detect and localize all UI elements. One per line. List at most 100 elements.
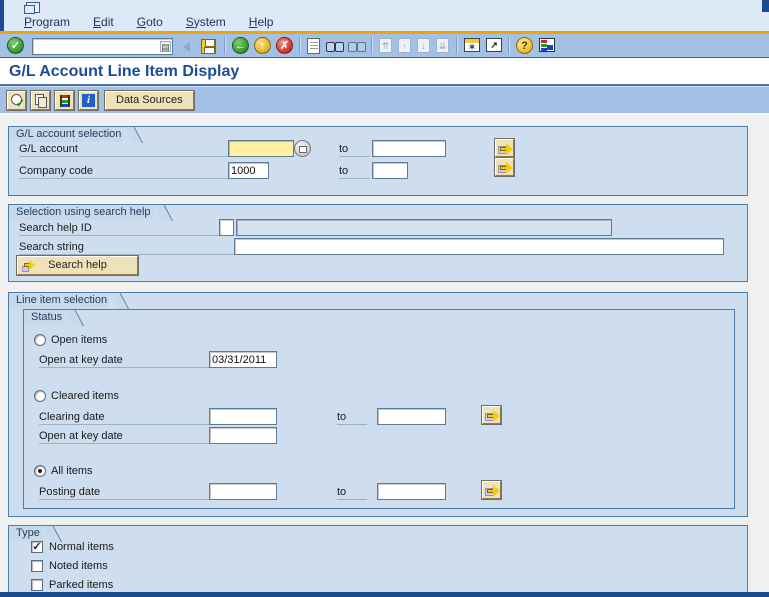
window-bottom-edge — [0, 592, 769, 597]
create-shortcut-icon[interactable]: ↗ — [486, 38, 502, 52]
posting-date-label: Posting date — [39, 485, 209, 500]
group-title: Line item selection — [8, 292, 110, 308]
normal-items-label: Normal items — [49, 541, 114, 553]
cancel-icon[interactable]: ✗ — [276, 37, 293, 54]
window-control-icon[interactable] — [24, 2, 40, 14]
matchcode-search-icon[interactable] — [294, 140, 311, 157]
menu-edit[interactable]: Edit — [91, 14, 116, 30]
title-band: G/L Account Line Item Display — [0, 60, 769, 84]
menu-help[interactable]: Help — [247, 14, 276, 30]
find-icon[interactable] — [326, 42, 344, 52]
posting-date-to-input[interactable] — [377, 483, 446, 500]
group-type: Type Normal items Noted items Parked ite… — [8, 525, 748, 597]
toolbar-separator — [371, 37, 372, 54]
parked-items-label: Parked items — [49, 579, 114, 591]
normal-items-checkbox[interactable] — [31, 541, 43, 553]
find-next-icon[interactable] — [348, 42, 366, 52]
window-top-area: Program Edit Goto System Help — [0, 0, 769, 31]
group-gl-account-selection: G/L account selection G/L account to Com… — [8, 126, 748, 196]
to-label: to — [339, 142, 370, 157]
command-history-dropdown-icon[interactable]: ▤ — [160, 41, 171, 52]
clearing-date-label: Clearing date — [39, 410, 209, 425]
dynamic-selections-icon[interactable] — [55, 91, 74, 110]
group-title: Selection using search help — [8, 204, 153, 220]
next-page-icon[interactable]: ↓ — [417, 38, 430, 53]
execute-icon[interactable]: ✓ — [7, 91, 26, 110]
cleared-items-label: Cleared items — [51, 390, 119, 402]
gl-account-input[interactable] — [228, 140, 294, 157]
window-corner — [762, 0, 769, 12]
data-sources-button[interactable]: Data Sources — [105, 91, 194, 110]
group-title: Status — [23, 309, 65, 325]
toolbar-separator — [224, 37, 225, 54]
help-icon[interactable]: ? — [516, 37, 533, 54]
first-page-icon[interactable]: ⇈ — [379, 38, 392, 53]
get-variant-icon[interactable] — [31, 91, 50, 110]
toolbar-separator — [456, 37, 457, 54]
standard-toolbar: ✓ ▤ ← ↑ ✗ ⇈ ↑ ↓ ⇊ ✶ ↗ ? — [0, 34, 769, 57]
open-at-key-date-cleared-label: Open at key date — [39, 429, 209, 444]
group-title: G/L account selection — [8, 126, 124, 142]
new-session-icon[interactable]: ✶ — [464, 38, 480, 52]
menu-system[interactable]: System — [184, 14, 228, 30]
back-icon[interactable]: ← — [232, 37, 249, 54]
gl-account-to-input[interactable] — [372, 140, 446, 157]
multiple-selection-button[interactable] — [495, 158, 514, 176]
info-icon[interactable]: i — [79, 91, 98, 110]
group-title: Type — [8, 525, 42, 541]
gl-account-label: G/L account — [19, 142, 228, 157]
all-items-label: All items — [51, 465, 93, 477]
multiple-selection-button[interactable] — [482, 481, 501, 499]
open-at-key-date-input[interactable] — [209, 351, 277, 368]
page-title: G/L Account Line Item Display — [9, 63, 240, 80]
command-input[interactable] — [32, 38, 173, 55]
to-label: to — [337, 485, 367, 500]
enter-icon[interactable]: ✓ — [7, 37, 24, 54]
group-status: Status Open items Open at key date Clear… — [23, 309, 735, 509]
menu-program[interactable]: Program — [22, 14, 72, 30]
clearing-date-input[interactable] — [209, 408, 277, 425]
company-code-input[interactable] — [228, 162, 269, 179]
noted-items-label: Noted items — [49, 560, 108, 572]
last-page-icon[interactable]: ⇊ — [436, 38, 449, 53]
to-label: to — [337, 410, 367, 425]
company-code-to-input[interactable] — [372, 162, 408, 179]
search-help-arrow-icon — [22, 259, 37, 272]
open-at-key-date-label: Open at key date — [39, 353, 209, 368]
multiple-selection-button[interactable] — [495, 139, 514, 157]
search-string-input[interactable] — [234, 238, 724, 255]
apptoolbar-divider — [0, 113, 769, 115]
menu-bar: Program Edit Goto System Help — [22, 13, 275, 31]
print-icon[interactable] — [307, 38, 320, 54]
open-items-label: Open items — [51, 334, 108, 346]
group-search-help: Selection using search help Search help … — [8, 204, 748, 282]
noted-items-checkbox[interactable] — [31, 560, 43, 572]
application-toolbar: ✓ i Data Sources — [0, 86, 769, 113]
toolbar-separator — [508, 37, 509, 54]
search-help-button[interactable]: Search help — [17, 256, 138, 275]
parked-items-checkbox[interactable] — [31, 579, 43, 591]
to-label: to — [339, 164, 370, 179]
clearing-date-to-input[interactable] — [377, 408, 446, 425]
customize-layout-icon[interactable] — [539, 38, 555, 52]
multiple-selection-button[interactable] — [482, 406, 501, 424]
previous-page-icon[interactable]: ↑ — [398, 38, 411, 53]
save-icon[interactable] — [201, 39, 216, 54]
all-items-radio[interactable] — [34, 465, 46, 477]
menu-goto[interactable]: Goto — [135, 14, 165, 30]
exit-icon[interactable]: ↑ — [254, 37, 271, 54]
cleared-items-radio[interactable] — [34, 390, 46, 402]
open-at-key-date-cleared-input[interactable] — [209, 427, 277, 444]
window-left-edge — [0, 0, 4, 31]
search-string-label: Search string — [19, 240, 234, 255]
search-help-id-display-field — [236, 219, 612, 236]
sap-window: Program Edit Goto System Help ✓ ▤ ← ↑ ✗ … — [0, 0, 769, 597]
open-items-radio[interactable] — [34, 334, 46, 346]
search-help-id-input[interactable] — [219, 219, 234, 236]
toolbar-separator — [299, 37, 300, 54]
posting-date-input[interactable] — [209, 483, 277, 500]
search-help-id-label: Search help ID — [19, 221, 219, 236]
collapse-toolbar-icon[interactable] — [183, 42, 190, 52]
company-code-label: Company code — [19, 164, 228, 179]
group-line-item-selection: Line item selection Status Open items Op… — [8, 292, 748, 517]
